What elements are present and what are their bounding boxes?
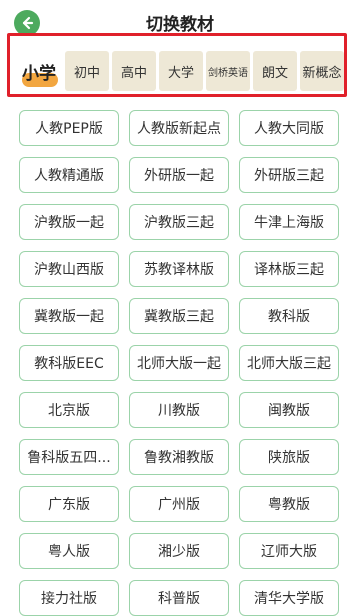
textbook-button[interactable]: 人教大同版	[239, 110, 339, 146]
textbook-button[interactable]: 冀教版一起	[19, 298, 119, 334]
tab-university[interactable]: 大学	[159, 51, 203, 91]
tab-cambridge-english[interactable]: 剑桥英语	[206, 51, 250, 91]
textbook-button[interactable]: 北师大版三起	[239, 345, 339, 381]
tab-label: 新概念	[302, 65, 342, 81]
textbook-button[interactable]: 人教PEP版	[19, 110, 119, 146]
tab-label: 高中	[120, 65, 147, 81]
tab-new-concept[interactable]: 新概念	[300, 51, 344, 91]
page-title: 切换教材	[146, 15, 214, 35]
textbook-button[interactable]: 牛津上海版	[239, 204, 339, 240]
textbook-button[interactable]: 外研版一起	[129, 157, 229, 193]
textbook-button[interactable]: 粤教版	[239, 486, 339, 522]
textbook-button[interactable]: 冀教版三起	[129, 298, 229, 334]
tab-label: 大学	[167, 65, 194, 81]
textbook-button[interactable]: 沪教版一起	[19, 204, 119, 240]
textbook-button[interactable]: 人教精通版	[19, 157, 119, 193]
textbook-button[interactable]: 广东版	[19, 486, 119, 522]
textbook-button[interactable]: 闽教版	[239, 392, 339, 428]
level-tabs: 小学 初中 高中 大学 剑桥英语 朗文 新概念	[16, 51, 344, 91]
textbook-button[interactable]: 粤人版	[19, 533, 119, 569]
textbook-button[interactable]: 鲁教湘教版	[129, 439, 229, 475]
textbook-button[interactable]: 接力社版	[19, 580, 119, 616]
textbook-button[interactable]: 清华大学版	[239, 580, 339, 616]
textbook-button[interactable]: 川教版	[129, 392, 229, 428]
textbook-button[interactable]: 科普版	[129, 580, 229, 616]
tab-primary[interactable]: 小学	[16, 51, 62, 91]
textbook-button[interactable]: 北京版	[19, 392, 119, 428]
tab-label: 初中	[73, 65, 100, 81]
textbook-button[interactable]: 鲁科版五四...	[19, 439, 119, 475]
textbook-button[interactable]: 外研版三起	[239, 157, 339, 193]
textbook-button[interactable]: 教科版EEC	[19, 345, 119, 381]
textbook-button[interactable]: 译林版三起	[239, 251, 339, 287]
textbook-button[interactable]: 沪教版三起	[129, 204, 229, 240]
textbook-button[interactable]: 辽师大版	[239, 533, 339, 569]
textbook-grid: 人教PEP版 人教版新起点 人教大同版 人教精通版 外研版一起 外研版三起 沪教…	[19, 110, 341, 616]
tab-junior-high[interactable]: 初中	[65, 51, 109, 91]
textbook-button[interactable]: 陕旅版	[239, 439, 339, 475]
tab-label: 朗文	[261, 65, 288, 81]
textbook-button[interactable]: 湘少版	[129, 533, 229, 569]
tab-label: 剑桥英语	[208, 67, 248, 79]
textbook-button[interactable]: 北师大版一起	[129, 345, 229, 381]
tab-label: 小学	[22, 63, 56, 84]
textbook-button[interactable]: 人教版新起点	[129, 110, 229, 146]
textbook-button[interactable]: 沪教山西版	[19, 251, 119, 287]
tab-longman[interactable]: 朗文	[253, 51, 297, 91]
tab-senior-high[interactable]: 高中	[112, 51, 156, 91]
textbook-button[interactable]: 广州版	[129, 486, 229, 522]
textbook-button[interactable]: 教科版	[239, 298, 339, 334]
textbook-button[interactable]: 苏教译林版	[129, 251, 229, 287]
